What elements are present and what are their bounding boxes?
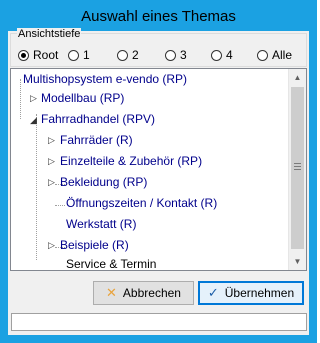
radio-label: 1 (83, 48, 90, 62)
radio-label: Root (33, 48, 59, 62)
tree-node-child[interactable]: Fahrräder (R) (60, 132, 133, 148)
tree-node-child[interactable]: Beispiele (R) (60, 237, 129, 253)
collapse-arrow-icon[interactable]: ◢ (29, 116, 38, 125)
radio-3[interactable]: 3 (165, 48, 187, 62)
radio-circle[interactable] (211, 49, 222, 61)
tree-node-label: Einzelteile & Zubehör (RP) (60, 154, 203, 168)
window-title: Auswahl eines Themas (81, 8, 236, 25)
topic-tree[interactable]: Multishopsystem e-vendo (RP) ▷ Modellbau… (10, 68, 307, 271)
cancel-label: Abbrechen (122, 286, 181, 300)
tree-node-child[interactable]: Werkstatt (R) (66, 216, 136, 232)
accept-button[interactable]: ✓ Übernehmen (198, 281, 304, 305)
expand-arrow-icon[interactable]: ▷ (29, 94, 38, 103)
tree-node-label: Bekleidung (RP) (60, 175, 148, 189)
radio-2[interactable]: 2 (117, 48, 139, 62)
tree-connector (20, 79, 21, 119)
tree-node-label: Service & Termin (66, 257, 157, 271)
tree-node-label: Fahrräder (R) (60, 133, 133, 147)
dialog-client: Ansichtstiefe Root 1 2 3 4 Alle Multisho… (8, 28, 309, 335)
expand-arrow-icon[interactable]: ▷ (47, 241, 56, 250)
radio-circle[interactable] (68, 49, 79, 61)
cancel-x-icon: ✕ (106, 285, 117, 300)
tree-node-label: Fahrradhandel (RPV) (41, 112, 156, 126)
scroll-thumb[interactable] (291, 87, 304, 249)
radio-label: 3 (180, 48, 187, 62)
expand-arrow-icon[interactable]: ▷ (47, 157, 56, 166)
tree-connector (36, 114, 37, 260)
tree-node-child[interactable]: Bekleidung (RP) (60, 174, 147, 190)
tree-node-label: Beispiele (R) (60, 238, 129, 252)
tree-node-label: Modellbau (RP) (41, 91, 125, 105)
title-bar[interactable]: Auswahl eines Themas (1, 1, 316, 31)
radio-label: Alle (272, 48, 293, 62)
expand-arrow-icon[interactable]: ▷ (47, 136, 56, 145)
radio-circle[interactable] (165, 49, 176, 61)
expand-arrow-icon[interactable]: ▷ (47, 178, 56, 187)
tree-scrollbar[interactable]: ▲ ▼ (288, 69, 306, 270)
tree-node-label: Multishopsystem e-vendo (RP) (23, 72, 188, 86)
radio-circle[interactable] (117, 49, 128, 61)
radio-circle[interactable] (257, 49, 268, 61)
cancel-button[interactable]: ✕ Abbrechen (93, 281, 194, 305)
radio-1[interactable]: 1 (68, 48, 90, 62)
tree-node-label: Werkstatt (R) (66, 217, 137, 231)
radio-alle[interactable]: Alle (257, 48, 292, 62)
tree-node-fahrradhandel[interactable]: Fahrradhandel (RPV) (41, 111, 155, 127)
tree-connector (55, 205, 65, 206)
status-bar (11, 313, 307, 331)
tree-node-root[interactable]: Multishopsystem e-vendo (RP) (23, 71, 187, 87)
radio-circle-checked[interactable] (18, 49, 29, 61)
radio-4[interactable]: 4 (211, 48, 233, 62)
checkmark-icon: ✓ (207, 285, 219, 300)
scroll-down-icon[interactable]: ▼ (289, 253, 306, 270)
tree-node-child[interactable]: Service & Termin (66, 256, 157, 271)
scroll-up-icon[interactable]: ▲ (289, 69, 306, 86)
tree-node-label: Öffnungszeiten / Kontakt (R) (66, 196, 218, 210)
accept-label: Übernehmen (224, 286, 295, 300)
tree-node-child[interactable]: Öffnungszeiten / Kontakt (R) (66, 195, 217, 211)
radio-root[interactable]: Root (18, 48, 58, 62)
dialog-window: Auswahl eines Themas Ansichtstiefe Root … (0, 0, 317, 343)
tree-node-modellbau[interactable]: Modellbau (RP) (41, 90, 124, 106)
depth-group: Ansichtstiefe Root 1 2 3 4 Alle (10, 28, 307, 67)
depth-legend: Ansichtstiefe (17, 28, 82, 40)
tree-node-child[interactable]: Einzelteile & Zubehör (RP) (60, 153, 202, 169)
radio-label: 2 (132, 48, 139, 62)
grip-icon (294, 163, 301, 170)
radio-label: 4 (226, 48, 233, 62)
